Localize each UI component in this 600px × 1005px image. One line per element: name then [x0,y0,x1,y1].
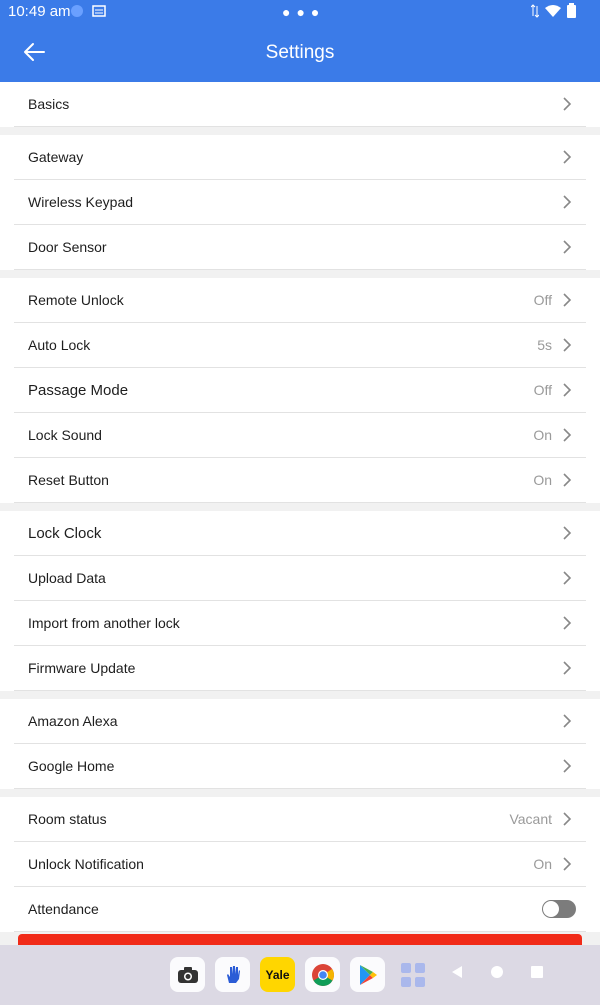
settings-row[interactable]: Remote Unlock Off [14,278,586,323]
settings-row-label: Attendance [28,901,99,917]
settings-row-label: Import from another lock [28,615,180,631]
more-dots-icon: ●●● [282,4,326,20]
settings-row-label: Wireless Keypad [28,194,134,210]
taskbar: Yale [0,945,600,1005]
chevron-right-icon [563,338,572,352]
status-time: 10:49 am [8,3,71,20]
settings-row-value: On [533,427,552,443]
nav-recents-icon[interactable] [530,965,544,979]
settings-row-value: Off [533,292,552,308]
data-arrows-icon [531,3,539,18]
settings-row-label: Gateway [28,149,84,165]
settings-row[interactable]: Google Home [14,744,586,789]
chevron-right-icon [563,571,572,585]
chevron-right-icon [563,812,572,826]
settings-row-label: Upload Data [28,570,106,586]
chrome-icon[interactable] [305,957,340,992]
chevron-right-icon [563,150,572,164]
settings-row-value: Vacant [509,811,552,827]
settings-row[interactable]: Reset Button On [14,458,586,503]
chevron-right-icon [563,240,572,254]
settings-group: Room status Vacant Unlock Notification On At… [0,797,600,932]
chevron-right-icon [563,616,572,630]
yale-icon[interactable]: Yale [260,957,295,992]
settings-row[interactable]: Amazon Alexa [14,699,586,744]
status-bar: 10:49 am ●●● [0,0,600,24]
app-bar: Settings [0,24,600,82]
settings-row[interactable]: Lock Sound On [14,413,586,458]
settings-row[interactable]: Gateway [14,135,586,180]
settings-row-label: Lock Sound [28,427,102,443]
settings-group: Remote Unlock Off Auto Lock 5s Passage Mode O… [0,278,600,503]
settings-row-label: Room status [28,811,107,827]
attendance-toggle[interactable] [542,900,576,918]
chevron-right-icon [563,759,572,773]
settings-row[interactable]: Upload Data [14,556,586,601]
yale-label: Yale [265,967,290,982]
page-title: Settings [265,42,335,63]
chevron-right-icon [563,383,572,397]
settings-row-label: Door Sensor [28,239,107,255]
settings-row-label: Firmware Update [28,660,136,676]
toggle-knob [543,901,559,917]
settings-row[interactable]: Passage Mode Off [14,368,586,413]
settings-group: Gateway Wireless Keypad Door Sensor [0,135,600,270]
wifi-icon [545,4,561,17]
settings-row[interactable]: Basics [14,82,586,127]
settings-row-label: Passage Mode [28,381,129,399]
settings-row[interactable]: Wireless Keypad [14,180,586,225]
settings-row-label: Unlock Notification [28,856,144,872]
settings-row-value: Off [533,382,552,398]
settings-row-label: Basics [28,96,70,112]
settings-row-label: Google Home [28,758,115,774]
chevron-right-icon [563,428,572,442]
settings-list[interactable]: Basics Gateway Wireless Keypad Door Sensor R… [0,82,600,936]
chevron-right-icon [563,661,572,675]
app-grid-icon[interactable] [395,957,430,992]
settings-row[interactable]: Import from another lock [14,601,586,646]
settings-row-value: 5s [537,337,552,353]
settings-row-label: Reset Button [28,472,109,488]
camera-icon[interactable] [170,957,205,992]
chevron-right-icon [563,526,572,540]
chevron-right-icon [563,714,572,728]
settings-row-label: Auto Lock [28,337,91,353]
nav-home-icon[interactable] [490,965,504,979]
settings-row-label: Lock Clock [28,524,102,542]
settings-row[interactable]: Unlock Notification On [14,842,586,887]
news-icon [92,5,106,17]
settings-row[interactable]: Attendance [14,887,586,932]
settings-row[interactable]: Room status Vacant [14,797,586,842]
settings-row-value: On [533,856,552,872]
notification-shield-icon [71,5,83,17]
settings-row-label: Amazon Alexa [28,713,118,729]
hand-icon[interactable] [215,957,250,992]
chevron-right-icon [563,97,572,111]
settings-group: Amazon Alexa Google Home [0,699,600,789]
settings-row-value: On [533,472,552,488]
settings-row[interactable]: Door Sensor [14,225,586,270]
settings-row-label: Remote Unlock [28,292,124,308]
settings-row[interactable]: Firmware Update [14,646,586,691]
settings-row[interactable]: Auto Lock 5s [14,323,586,368]
chevron-right-icon [563,857,572,871]
play-store-icon[interactable] [350,957,385,992]
settings-group: Basics [0,82,600,127]
settings-row[interactable]: Lock Clock [14,511,586,556]
chevron-right-icon [563,293,572,307]
chevron-right-icon [563,195,572,209]
battery-icon [567,3,576,18]
settings-group: Lock Clock Upload Data Import from another… [0,511,600,691]
nav-back-icon[interactable] [450,965,464,979]
chevron-right-icon [563,473,572,487]
app-dock: Yale [170,957,430,992]
